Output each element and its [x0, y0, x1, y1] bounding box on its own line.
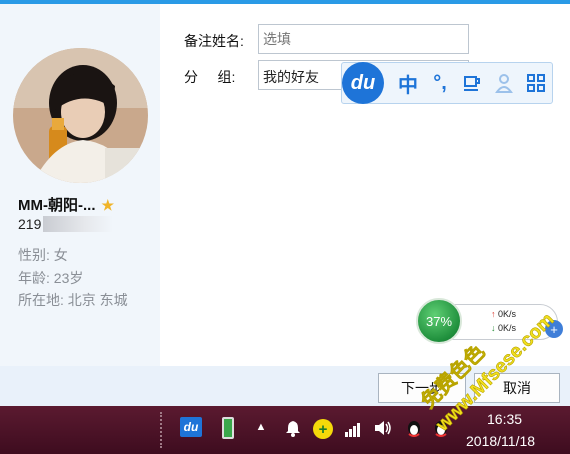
cup-icon[interactable] — [456, 67, 488, 99]
taskbar-grip[interactable] — [160, 412, 172, 448]
remark-label: 备注姓名: — [184, 33, 244, 49]
gender-row: 性别: 女 — [18, 245, 68, 265]
next-button[interactable]: 下一步 — [378, 373, 466, 403]
chinese-mode-button[interactable]: 中 — [392, 67, 424, 99]
age-row: 年龄: 23岁 — [18, 268, 83, 288]
upload-speed-value: 0K/s — [498, 309, 517, 319]
profile-panel: MM-朝阳-... ★ 219 性别: 女 年龄: 23岁 所在地: 北京 东城 — [0, 4, 160, 366]
age-value: 23岁 — [53, 270, 84, 286]
security-plus-icon[interactable]: + — [313, 419, 333, 439]
location-row: 所在地: 北京 东城 — [18, 290, 128, 310]
download-speed: ↓ 0K/s — [491, 323, 516, 333]
user-icon[interactable] — [488, 67, 520, 99]
remark-input[interactable] — [258, 24, 469, 54]
net-speed-widget[interactable]: ↑ 0K/s ↓ 0K/s + 37% — [416, 298, 563, 344]
qq-number: 219 — [18, 216, 42, 232]
gender-label: 性别: — [18, 247, 50, 263]
show-hidden-icons-icon[interactable]: ▲ — [254, 420, 268, 434]
punctuation-button[interactable]: °, — [424, 67, 456, 99]
location-label: 所在地: — [18, 292, 64, 308]
avatar — [13, 48, 148, 183]
volume-icon[interactable] — [372, 418, 394, 438]
cancel-button[interactable]: 取消 — [474, 373, 560, 403]
clock-time[interactable]: 16:35 — [487, 411, 522, 427]
group-select-value: 我的好友 — [263, 69, 319, 85]
qq-penguin-icon[interactable] — [405, 419, 423, 439]
qq-number-row: 219 — [18, 216, 114, 232]
profile-name-row: MM-朝阳-... ★ — [18, 194, 114, 215]
ime-toolbar: du 中 °, — [341, 62, 553, 104]
du-logo-icon[interactable]: du — [342, 62, 384, 104]
group-label: 分 组: — [184, 69, 236, 85]
star-icon: ★ — [101, 197, 115, 213]
memory-usage-ball[interactable]: 37% — [416, 298, 462, 344]
battery-icon[interactable] — [222, 417, 234, 439]
qq-number-blurred — [43, 216, 114, 232]
grid-icon[interactable] — [520, 67, 552, 99]
du-ime-tray-icon[interactable]: du — [180, 417, 202, 437]
upload-arrow-icon: ↑ — [491, 309, 496, 319]
download-arrow-icon: ↓ — [491, 323, 496, 333]
upload-speed: ↑ 0K/s — [491, 309, 516, 319]
location-value: 北京 东城 — [67, 292, 128, 308]
accelerate-icon[interactable]: + — [545, 320, 563, 338]
network-signal-icon[interactable] — [343, 420, 363, 438]
clock-date[interactable]: 2018/11/18 — [466, 433, 535, 449]
age-label: 年龄: — [18, 270, 50, 286]
profile-name: MM-朝阳-... — [18, 197, 96, 214]
qq-penguin-secondary-icon[interactable] — [432, 419, 450, 439]
download-speed-value: 0K/s — [498, 323, 517, 333]
gender-value: 女 — [53, 247, 68, 263]
bell-icon[interactable] — [283, 418, 303, 438]
